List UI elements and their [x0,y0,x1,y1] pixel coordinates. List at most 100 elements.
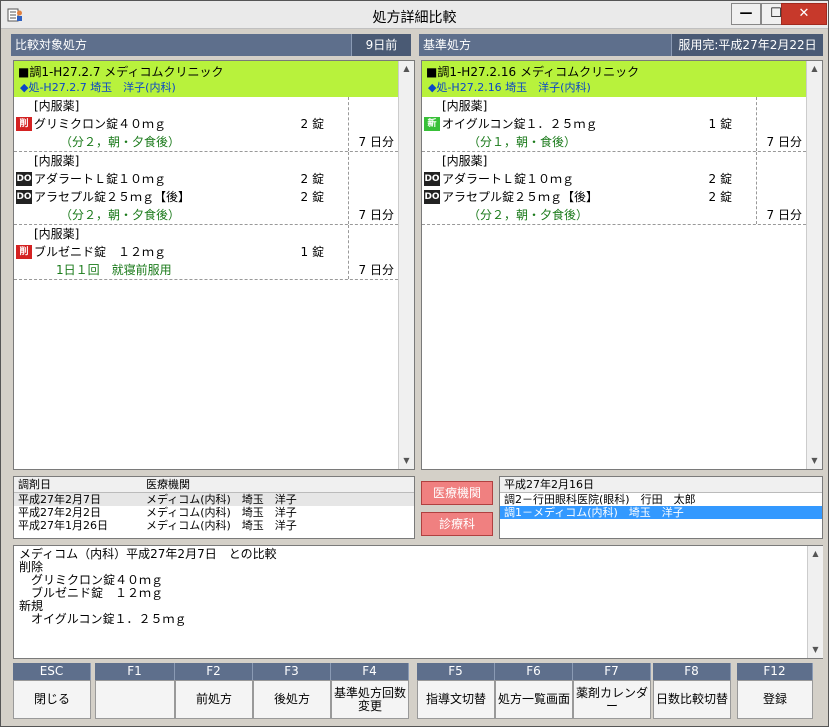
minimize-button[interactable]: — [731,3,761,25]
fkey-esc[interactable]: ESC 閉じる [13,663,91,719]
drug-row[interactable]: DO アダラートＬ錠１０ｍｇ 2 錠 [14,170,398,188]
drug-row[interactable]: DO アラセプル錠２５ｍｇ【後】 2 錠 [422,188,806,206]
prescription-compare-window: 処方詳細比較 — ☐ ✕ 比較対象処方 9日前 基準処方 服用完:平成27年2月… [0,0,829,727]
scroll-down-icon[interactable]: ▼ [808,642,823,658]
right-clinic-line2: ◆処-H27.2.16 埼玉 洋子(内科) [428,81,591,94]
days-supply: 7 日分 [766,135,802,149]
right-header-title: 基準処方 [423,38,472,52]
right-panel-header: 基準処方 服用完:平成27年2月22日 [419,34,823,56]
dispensing-history-table[interactable]: 調剤日 医療機関 平成27年2月7日 メディコム(内科) 埼玉 洋子 平成27年2月… [13,476,415,539]
left-clinic-line1: ■調1-H27.2.7 メディコムクリニック [18,65,224,79]
dose-complete-label: 服用完:平成27年2月22日 [671,34,823,56]
fkey-button[interactable] [95,680,175,719]
table-row[interactable]: 平成27年1月26日 メディコム(内科) 埼玉 洋子 [14,519,414,532]
basis-prescription-list[interactable]: 平成27年2月16日 調2－行田眼科医院(眼科) 行田 太郎 調1－メディコム(内… [499,476,823,539]
fkey-button[interactable]: 日数比較切替 [653,680,731,719]
fkey-f4[interactable]: F4 基準処方回数変更 [331,663,409,719]
left-prescription-panel[interactable]: ■調1-H27.2.7 メディコムクリニック ◆処-H27.2.7 埼玉 洋子(… [13,60,415,470]
close-button[interactable]: ✕ [781,3,827,25]
fkey-label: F6 [495,663,573,680]
drug-row[interactable]: DO アラセプル錠２５ｍｇ【後】 2 錠 [14,188,398,206]
department-button[interactable]: 診療科 [421,512,493,536]
drug-name: アラセプル錠２５ｍｇ【後】 [34,190,191,204]
rx-group: [内服薬] 削ブルゼニド錠 １２ｍｇ 1 錠 1日１回 就寝前服用 7 日分 [14,225,398,280]
list-item[interactable]: 調2－行田眼科医院(眼科) 行田 太郎 [500,493,822,506]
scroll-up-icon[interactable]: ▲ [808,546,823,562]
usage-instruction: 1日１回 就寝前服用 [56,263,172,277]
drug-quantity: 2 錠 [300,190,324,204]
usage-instruction: （分２，朝・夕食後） [60,208,181,222]
fkey-button[interactable]: 指導文切替 [417,680,495,719]
fkey-label: F3 [253,663,331,680]
scroll-up-icon[interactable]: ▲ [399,61,414,77]
fkey-button[interactable]: 薬剤カレンダー [573,680,651,719]
fkey-label: F4 [331,663,409,680]
fkey-button[interactable]: 閉じる [13,680,91,719]
fkey-button[interactable]: 登録 [737,680,813,719]
fkey-label: F7 [573,663,651,680]
basis-list-date: 平成27年2月16日 [500,477,822,493]
left-clinic-line2: ◆処-H27.2.7 埼玉 洋子(内科) [20,81,176,94]
list-item[interactable]: 調1－メディコム(内科) 埼玉 洋子 [500,506,822,519]
scroll-up-icon[interactable]: ▲ [807,61,822,77]
drug-name: グリミクロン錠４０ｍｇ [34,117,167,131]
fkey-f2[interactable]: F2 前処方 [175,663,253,719]
left-scrollbar[interactable]: ▲ ▼ [398,61,414,469]
drug-row[interactable]: 削ブルゼニド錠 １２ｍｇ 1 錠 [14,243,398,261]
fkey-f5[interactable]: F5 指導文切替 [417,663,495,719]
title-bar: 処方詳細比較 — ☐ ✕ [1,1,828,29]
drug-quantity: 2 錠 [300,172,324,186]
fkey-f7[interactable]: F7 薬剤カレンダー [573,663,651,719]
days-supply: 7 日分 [358,208,394,222]
drug-quantity: 1 錠 [300,245,324,259]
drug-name: アダラートＬ錠１０ｍｇ [442,172,575,186]
right-scrollbar[interactable]: ▲ ▼ [806,61,822,469]
deleted-badge-icon: 削 [16,117,32,131]
summary-scrollbar[interactable]: ▲ ▼ [807,546,823,658]
institution-button[interactable]: 医療機関 [421,481,493,505]
days-supply: 7 日分 [358,263,394,277]
drug-row[interactable]: 削グリミクロン錠４０ｍｇ 2 錠 [14,115,398,133]
fkey-label: F5 [417,663,495,680]
rx-group: [内服薬] DO アダラートＬ錠１０ｍｇ 2 錠 DO アラセプル錠２５ｍｇ【後】 2 錠（… [422,152,806,225]
left-clinic-header: ■調1-H27.2.7 メディコムクリニック ◆処-H27.2.7 埼玉 洋子(… [14,61,398,97]
drug-quantity: 2 錠 [708,190,732,204]
fkey-f6[interactable]: F6 処方一覧画面 [495,663,573,719]
fkey-label: F1 [95,663,175,680]
drug-quantity: 2 錠 [300,117,324,131]
institution-cell: メディコム(内科) 埼玉 洋子 [146,493,297,506]
left-header-title: 比較対象処方 [15,38,88,52]
new-badge-icon: 新 [424,117,440,131]
drug-row[interactable]: DO アダラートＬ錠１０ｍｇ 2 錠 [422,170,806,188]
left-panel-header: 比較対象処方 9日前 [11,34,411,56]
fkey-button[interactable]: 前処方 [175,680,253,719]
do-badge-icon: DO [424,172,440,186]
table-row[interactable]: 平成27年2月2日 メディコム(内科) 埼玉 洋子 [14,506,414,519]
right-clinic-header: ■調1-H27.2.16 メディコムクリニック ◆処-H27.2.16 埼玉 洋… [422,61,806,97]
table-row[interactable]: 平成27年2月7日 メディコム(内科) 埼玉 洋子 [14,493,414,506]
scroll-down-icon[interactable]: ▼ [399,453,414,469]
fkey-f12[interactable]: F12 登録 [737,663,813,719]
dispense-date-cell: 平成27年2月2日 [18,506,101,519]
fkey-button[interactable]: 後処方 [253,680,331,719]
drug-row[interactable]: 新オイグルコン錠１．２５ｍｇ 1 錠 [422,115,806,133]
comparison-summary: メディコム（内科）平成27年2月7日 との比較 削除 グリミクロン錠４０ｍｇ ブ… [13,545,823,659]
scroll-down-icon[interactable]: ▼ [807,453,822,469]
drug-name: アダラートＬ錠１０ｍｇ [34,172,167,186]
fkey-f8[interactable]: F8 日数比較切替 [653,663,731,719]
fkey-label: ESC [13,663,91,680]
drug-quantity: 2 錠 [708,172,732,186]
fkey-f3[interactable]: F3 後処方 [253,663,331,719]
fkey-label: F8 [653,663,731,680]
fkey-button[interactable]: 処方一覧画面 [495,680,573,719]
rx-group: [内服薬] DO アダラートＬ錠１０ｍｇ 2 錠 DO アラセプル錠２５ｍｇ【後】 2 錠（… [14,152,398,225]
days-supply: 7 日分 [358,135,394,149]
fkey-f1[interactable]: F1 [95,663,175,719]
col-dispense-date: 調剤日 [18,478,51,491]
usage-instruction: （分１，朝・食後） [468,135,577,149]
right-clinic-line1: ■調1-H27.2.16 メディコムクリニック [426,65,640,79]
fkey-button[interactable]: 基準処方回数変更 [331,680,409,719]
rx-section-label: [内服薬] [34,227,80,241]
drug-quantity: 1 錠 [708,117,732,131]
right-prescription-panel[interactable]: ■調1-H27.2.16 メディコムクリニック ◆処-H27.2.16 埼玉 洋… [421,60,823,470]
